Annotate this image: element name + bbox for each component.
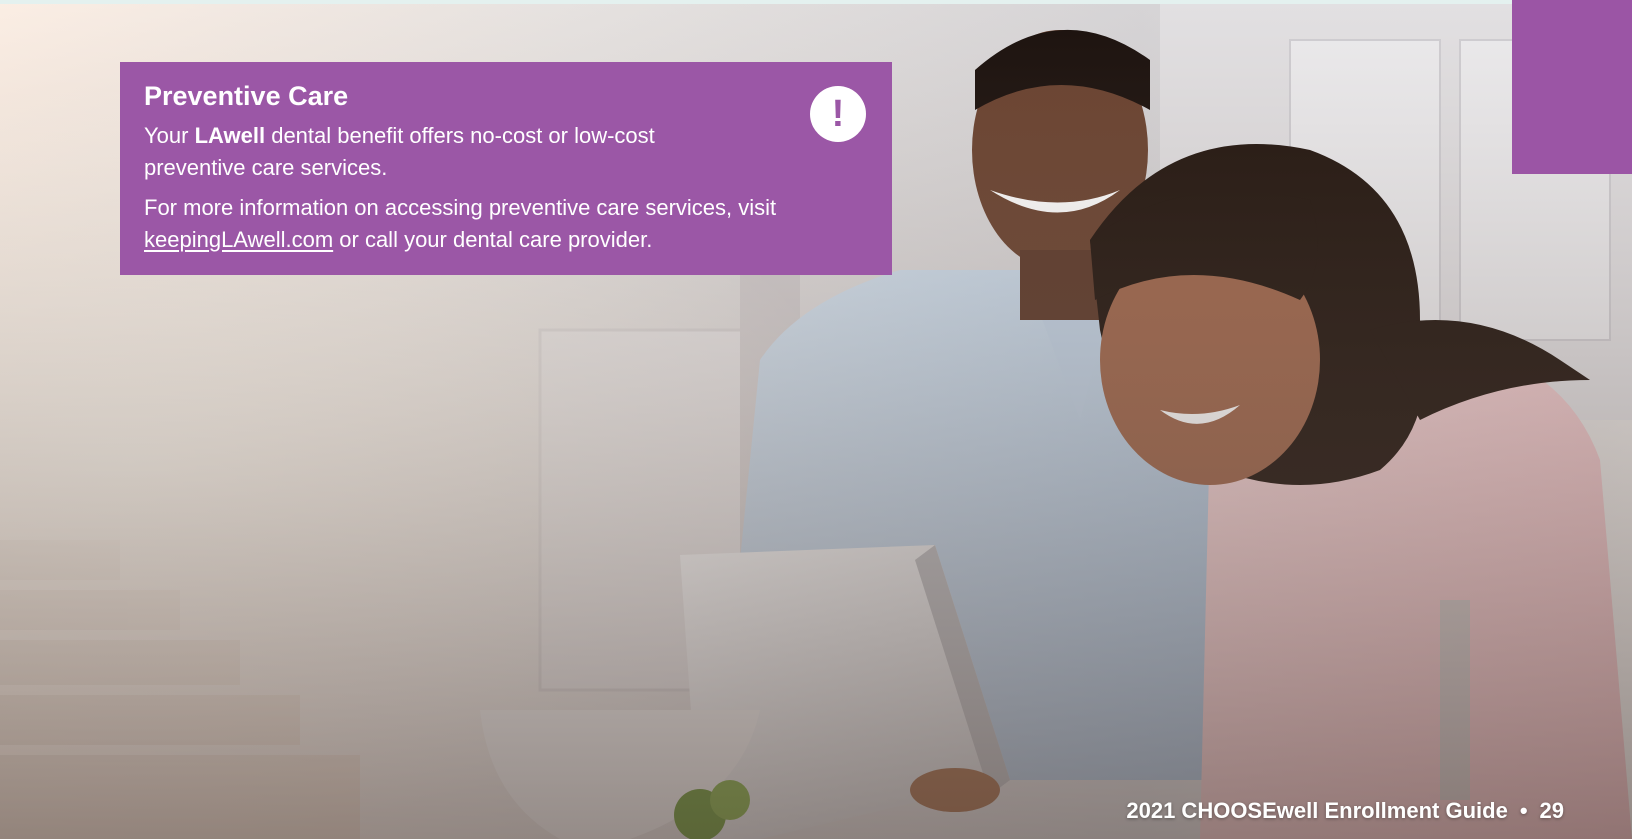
info-text-suffix: or call your dental care provider. [333, 227, 653, 252]
preventive-care-callout: Preventive Care Your LAwell dental benef… [120, 62, 892, 275]
keeping-lawell-link[interactable]: keepingLAwell.com [144, 227, 333, 252]
footer-separator: • [1519, 798, 1528, 823]
callout-title: Preventive Care [144, 81, 349, 111]
callout-benefit-text: Your LAwell dental benefit offers no-cos… [144, 120, 744, 184]
page-number: 29 [1539, 798, 1564, 823]
callout-info-text: For more information on accessing preven… [144, 192, 868, 256]
exclamation-icon: ! [810, 86, 866, 142]
guide-title: 2021 CHOOSEwell Enrollment Guide [1126, 798, 1508, 823]
page-footer: 2021 CHOOSEwell Enrollment Guide • 29 [1126, 797, 1564, 825]
top-accent-strip [0, 0, 1632, 4]
info-text-prefix: For more information on accessing preven… [144, 195, 777, 220]
brand-name: LAwell [194, 123, 266, 148]
corner-section-tab [1512, 0, 1632, 174]
benefit-text-prefix: Your [144, 123, 195, 148]
